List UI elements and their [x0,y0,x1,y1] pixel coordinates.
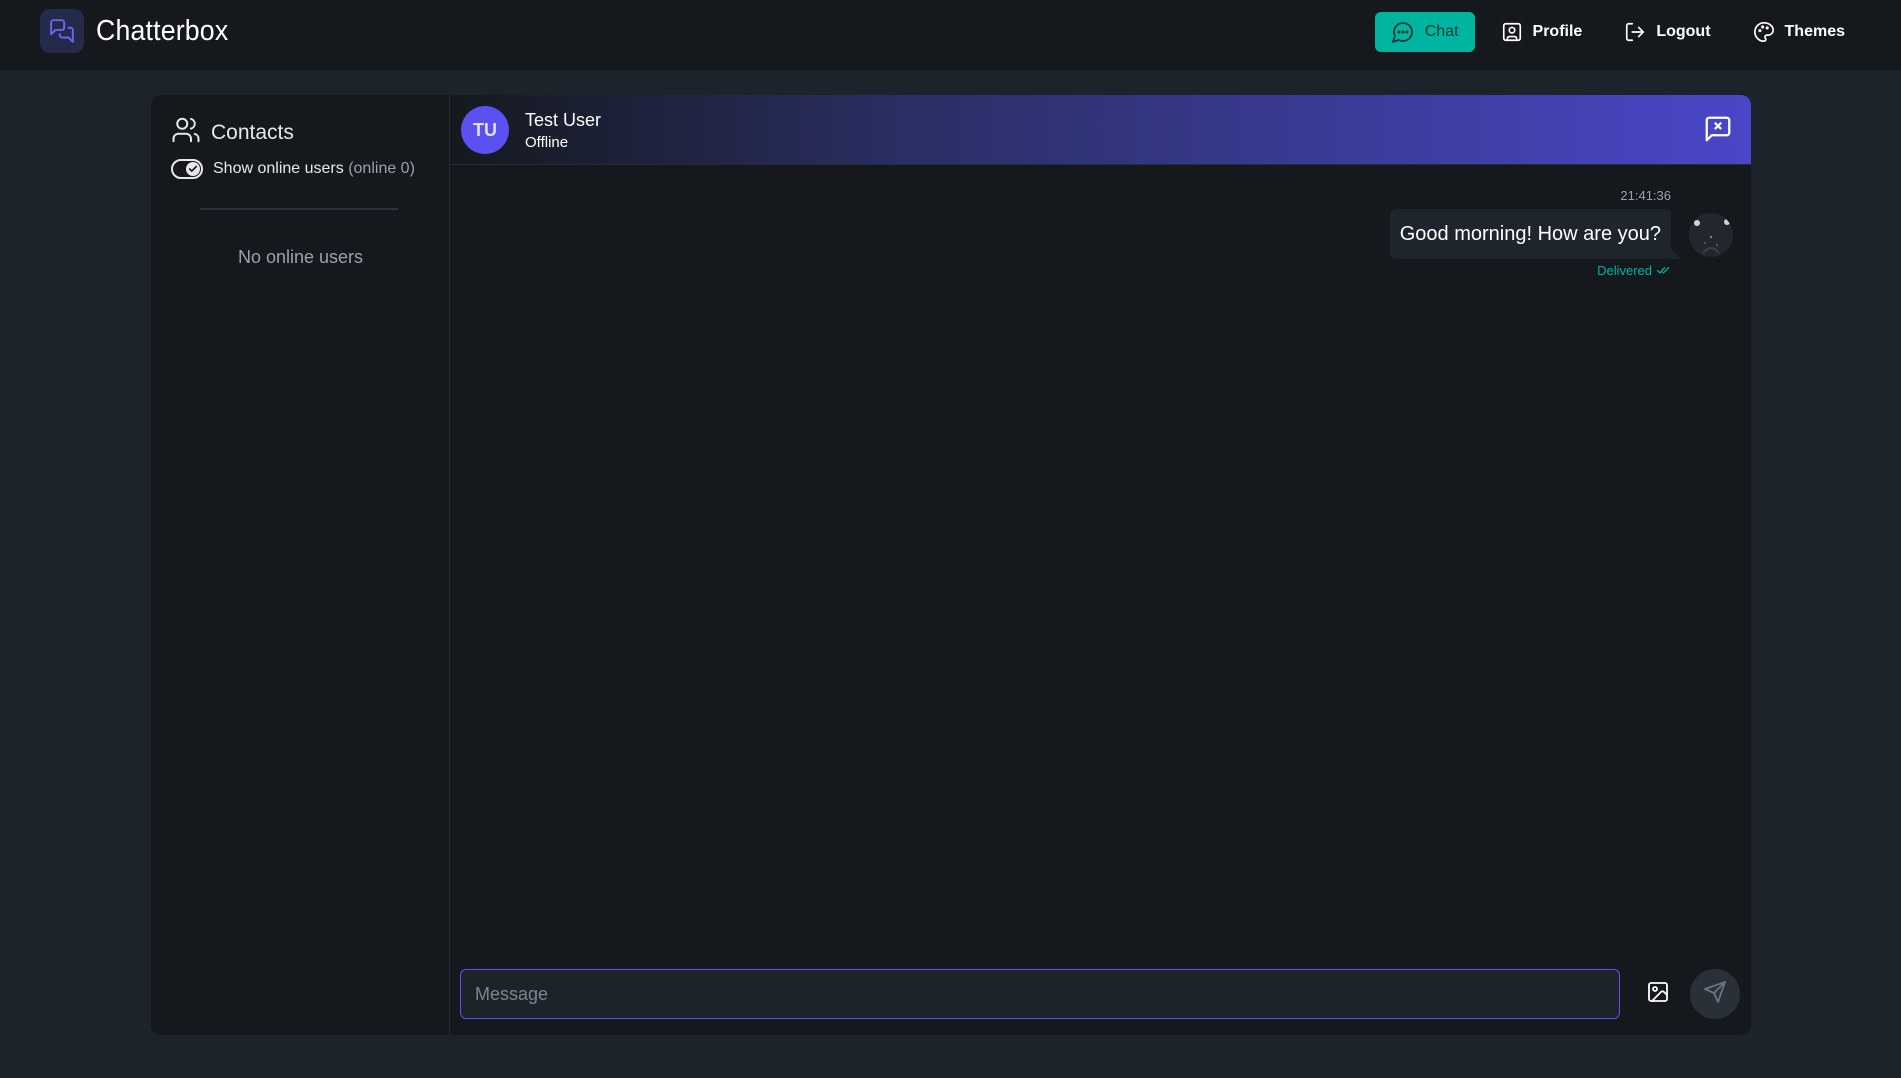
attach-image-button[interactable] [1634,970,1682,1018]
message-text: Good morning! How are you? [1399,222,1661,245]
nav-chat-button[interactable]: Chat [1374,12,1475,52]
check-icon [186,162,200,176]
nav-logout-label: Logout [1656,23,1711,40]
image-icon [1646,980,1670,1009]
app-title: Chatterbox [96,14,229,47]
delivery-status: Delivered [1597,263,1671,278]
empty-contacts-text: No online users [237,247,364,267]
logout-icon [1624,21,1646,43]
nav-menu: Chat Profile Logout Themes [1374,12,1861,52]
sidebar-divider [200,208,398,210]
online-filter-row: Show online users (online 0) [171,159,415,179]
message-timestamp: 21:41:36 [1620,188,1671,203]
message-composer [450,969,1751,1021]
message-input[interactable] [460,969,1620,1019]
show-online-toggle[interactable] [171,159,203,179]
contacts-header: Contacts [171,115,294,150]
message-bubble: Good morning! How are you? [1389,209,1682,259]
contacts-title: Contacts [211,120,294,144]
nav-themes-button[interactable]: Themes [1737,12,1861,52]
chat-panel: TU Test User Offline 21:41:36 Good morni… [450,95,1751,1035]
contacts-sidebar: Contacts Show online users (online 0) No… [151,95,450,1035]
nav-profile-button[interactable]: Profile [1485,12,1599,52]
brand[interactable]: Chatterbox [40,9,240,53]
delivery-status-text: Delivered [1597,263,1652,278]
peer-avatar[interactable]: TU [461,106,509,154]
nav-logout-button[interactable]: Logout [1608,12,1726,52]
chat-bubbles-icon [40,9,84,53]
users-icon [171,115,201,150]
chat-header: TU Test User Offline [450,95,1751,165]
peer-name: Test User [525,110,602,130]
user-square-icon [1501,21,1523,43]
top-navbar: Chatterbox Chat Profile Logout Themes [0,0,1901,70]
nav-chat-label: Chat [1424,23,1459,40]
nav-profile-label: Profile [1532,23,1583,40]
close-chat-icon[interactable] [1703,114,1733,149]
online-count: (online 0) [348,160,415,177]
toggle-label-text: Show online users [213,160,344,177]
show-online-label: Show online users (online 0) [213,160,415,178]
peer-status: Offline [525,134,569,151]
double-check-icon [1656,263,1671,278]
sender-avatar [1689,213,1733,257]
chat-container: Contacts Show online users (online 0) No… [151,95,1751,1035]
palette-icon [1753,21,1775,43]
send-icon [1703,980,1727,1009]
send-button[interactable] [1690,969,1740,1019]
message-circle-icon [1391,20,1415,44]
nav-themes-label: Themes [1784,23,1845,40]
